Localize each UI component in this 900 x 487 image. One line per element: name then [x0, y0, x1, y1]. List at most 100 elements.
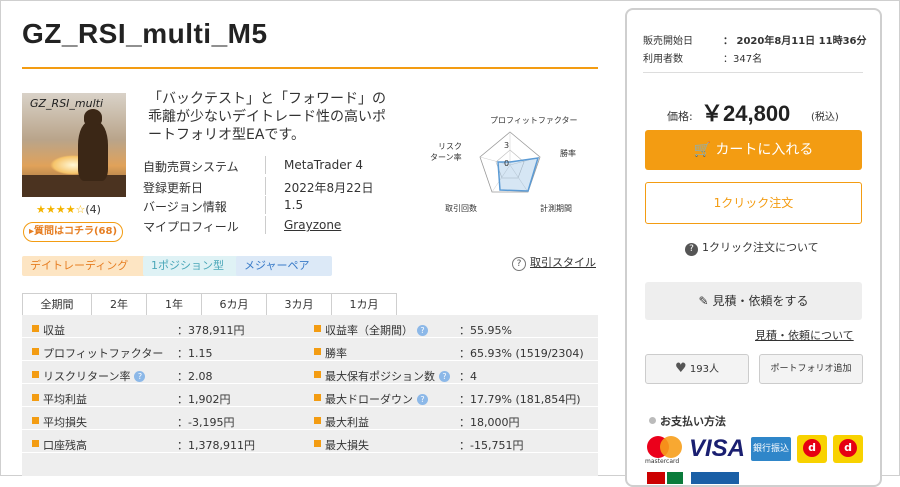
- visa-logo: VISA: [689, 435, 746, 462]
- radar-label-winrate: 勝率: [560, 148, 576, 158]
- profile-link[interactable]: Grayzone: [284, 218, 341, 232]
- bullet-icon: [32, 348, 39, 355]
- cart-icon: 🛒: [693, 142, 711, 158]
- trade-style-label: 取引スタイル: [530, 256, 596, 269]
- sale-start-label: 販売開始日: [643, 36, 693, 47]
- familymart-logo-fragment: [691, 472, 811, 484]
- detail-label: 登録更新日: [143, 181, 204, 195]
- dpoint-logo: d: [797, 435, 827, 463]
- stat-label: 勝率: [325, 347, 347, 360]
- tab-1m[interactable]: 1カ月: [331, 293, 397, 316]
- stat-value: ：-15,751円: [459, 439, 524, 452]
- mastercard-logo: mastercard: [645, 433, 685, 465]
- radar-scale-max: 3: [504, 141, 509, 150]
- title-divider: [22, 67, 598, 69]
- cart-label: カートに入れる: [715, 142, 814, 158]
- one-click-help-link[interactable]: ? 1クリック注文について: [685, 239, 819, 256]
- favorite-button[interactable]: ♥ 193人: [645, 354, 749, 384]
- stat-label: プロフィットファクター: [43, 347, 164, 360]
- tab-all-period[interactable]: 全期間: [22, 293, 92, 316]
- stat-value: ：18,000円: [459, 416, 520, 429]
- stat-label: 収益: [43, 324, 65, 337]
- tab-6m[interactable]: 6カ月: [201, 293, 267, 316]
- stat-value: ：55.95%: [459, 324, 512, 337]
- pencil-icon: ✎: [698, 294, 709, 308]
- info-icon[interactable]: ?: [134, 371, 146, 382]
- radar-scale-min: 0: [504, 159, 509, 168]
- detail-separator: [265, 216, 266, 234]
- stat-label: 最大損失: [325, 439, 369, 452]
- heart-icon: ♥: [675, 361, 687, 376]
- stat-label: 最大保有ポジション数?: [325, 368, 450, 384]
- tag-daytrading[interactable]: デイトレーディング: [22, 256, 148, 276]
- stat-label: 最大利益: [325, 416, 369, 429]
- stat-value: ：378,911円: [177, 324, 245, 337]
- stat-value: ：17.79% (181,854円): [459, 393, 581, 406]
- bullet-icon: [32, 371, 39, 378]
- detail-value: 1.5: [284, 198, 304, 212]
- stat-label: 口座残高: [43, 439, 87, 452]
- add-to-cart-button[interactable]: 🛒 カートに入れる: [645, 130, 862, 170]
- add-portfolio-button[interactable]: ポートフォリオ追加: [759, 354, 863, 384]
- stat-value: ：1,378,911円: [177, 439, 255, 452]
- radar-label-period: 計測期間: [540, 203, 572, 213]
- info-icon[interactable]: ?: [417, 325, 428, 336]
- tab-3m[interactable]: 3カ月: [266, 293, 332, 316]
- detail-separator: [265, 196, 266, 214]
- stat-label: 収益率（全期間）?: [325, 322, 428, 338]
- star-icons: ★★★★☆: [36, 203, 86, 216]
- purchase-sidebar: 販売開始日 ： 2020年8月11日 11時36分 利用者数 ：347名 価格:…: [625, 8, 882, 487]
- bullet-icon: [32, 394, 39, 401]
- tax-label: (税込): [811, 112, 839, 123]
- detail-label: 自動売買システム: [143, 160, 239, 174]
- more-payment-logos: [645, 472, 865, 484]
- product-thumbnail[interactable]: GZ_RSI_multi: [22, 93, 126, 197]
- trade-style-link[interactable]: ? 取引スタイル: [512, 254, 596, 271]
- one-click-order-button[interactable]: 1クリック注文: [645, 182, 862, 224]
- radar-chart: プロフィットファクター 勝率 計測期間 取引回数 リスク ターン率 3 0: [430, 116, 578, 213]
- bullet-icon: [314, 440, 321, 447]
- tab-2y[interactable]: 2年: [91, 293, 147, 316]
- question-icon: ?: [512, 257, 526, 271]
- radar-label-risk: リスク: [438, 142, 462, 151]
- sale-start-value: ： 2020年8月11日 11時36分: [723, 36, 867, 47]
- favorite-count: 193人: [689, 364, 719, 375]
- tag-one-position[interactable]: 1ポジション型: [143, 256, 241, 276]
- bullet-icon: [314, 417, 321, 424]
- stat-label: 最大ドローダウン?: [325, 391, 428, 407]
- stat-value: ：65.93% (1519/2304): [459, 347, 584, 360]
- tab-1y[interactable]: 1年: [146, 293, 202, 316]
- payment-title-label: お支払い方法: [660, 415, 726, 428]
- stat-value: ：4: [459, 370, 477, 383]
- info-icon[interactable]: ?: [439, 371, 450, 382]
- quote-request-button[interactable]: ✎ 見積・依頼をする: [645, 282, 862, 320]
- bullet-icon: [314, 371, 321, 378]
- detail-value: 2022年8月22日: [284, 181, 374, 195]
- stat-label: 平均利益: [43, 393, 87, 406]
- ddaily-logo: d: [833, 435, 863, 463]
- tag-major-pair[interactable]: メジャーペア: [236, 256, 332, 276]
- ground-graphic: [22, 175, 126, 197]
- detail-separator: [265, 156, 266, 174]
- stat-value: ：-3,195円: [177, 416, 235, 429]
- info-icon[interactable]: ?: [417, 394, 428, 405]
- radar-label-return: ターン率: [430, 152, 462, 162]
- bullet-icon: [649, 417, 656, 424]
- question-button[interactable]: ▸質問はコチラ(68): [23, 222, 123, 242]
- bullet-icon: [32, 325, 39, 332]
- cat-silhouette: [78, 109, 108, 181]
- payment-methods-title: お支払い方法: [649, 413, 726, 429]
- detail-value: MetaTrader 4: [284, 158, 364, 172]
- stat-label: 平均損失: [43, 416, 87, 429]
- bullet-icon: [32, 440, 39, 447]
- quote-info-link[interactable]: 見積・依頼について: [755, 327, 854, 343]
- jcb-logo-fragment: [647, 472, 665, 484]
- detail-label: バージョン情報: [143, 200, 227, 214]
- rating[interactable]: ★★★★☆(4): [36, 203, 101, 216]
- green-logo-fragment: [667, 472, 683, 484]
- question-icon: ?: [685, 243, 698, 256]
- stat-value: ：1,902円: [177, 393, 231, 406]
- product-description: 「バックテスト」と「フォワード」の乖離が少ないデイトレード性の高いポートフォリオ…: [148, 91, 386, 143]
- question-label: 質問はコチラ(68): [33, 226, 118, 237]
- detail-separator: [265, 177, 266, 195]
